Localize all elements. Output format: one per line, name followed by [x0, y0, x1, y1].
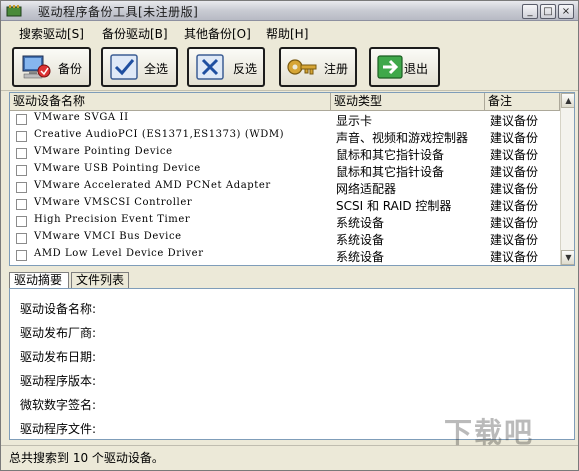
- backup-label: 备份: [58, 62, 83, 76]
- driver-list[interactable]: 驱动设备名称 驱动类型 备注 VMware SVGA II 显示卡 建议备份 C…: [9, 92, 575, 266]
- driver-note: 建议备份: [490, 165, 539, 179]
- driver-note: 建议备份: [490, 182, 539, 196]
- scroll-up-arrow-icon[interactable]: ▲: [561, 93, 574, 108]
- key-icon: [287, 59, 317, 75]
- header-note[interactable]: 备注: [485, 93, 560, 111]
- title-bar[interactable]: 驱动程序备份工具[未注册版] _ □ ×: [1, 1, 578, 21]
- row-checkbox[interactable]: [16, 148, 27, 159]
- label-driver-version: 驱动程序版本:: [20, 374, 97, 388]
- row-checkbox[interactable]: [16, 233, 27, 244]
- driver-type: 网络适配器: [336, 182, 397, 196]
- row-checkbox[interactable]: [16, 114, 27, 125]
- tab-file-list[interactable]: 文件列表: [71, 272, 129, 288]
- row-checkbox[interactable]: [16, 165, 27, 176]
- device-name: VMware VMSCSI Controller: [34, 197, 193, 208]
- driver-note: 建议备份: [490, 148, 539, 162]
- device-name: VMware SVGA II: [34, 112, 129, 123]
- invert-selection-button[interactable]: 反选: [187, 47, 265, 87]
- row-checkbox[interactable]: [16, 216, 27, 227]
- register-button[interactable]: 注册: [279, 47, 357, 87]
- device-name: Creative AudioPCI (ES1371,ES1373) (WDM): [34, 129, 285, 140]
- minimize-button[interactable]: _: [522, 4, 538, 19]
- status-text: 总共搜索到 10 个驱动设备。: [9, 451, 164, 465]
- backup-button[interactable]: 备份: [12, 47, 91, 87]
- menu-backup-drivers[interactable]: 备份驱动[B]: [102, 25, 168, 42]
- menu-help[interactable]: 帮助[H]: [266, 25, 308, 42]
- device-name: VMware VMCI Bus Device: [34, 231, 182, 242]
- driver-type: 系统设备: [336, 250, 385, 264]
- maximize-button[interactable]: □: [540, 4, 556, 19]
- app-icon: [6, 5, 22, 17]
- header-driver-type[interactable]: 驱动类型: [331, 93, 485, 111]
- header-device-name[interactable]: 驱动设备名称: [10, 93, 331, 111]
- table-row[interactable]: AMD Low Level Device Driver 系统设备 建议备份: [10, 247, 560, 264]
- driver-note: 建议备份: [490, 114, 539, 128]
- register-label: 注册: [324, 62, 349, 76]
- app-window: 驱动程序备份工具[未注册版] _ □ × 搜索驱动[S] 备份驱动[B] 其他备…: [0, 0, 579, 471]
- row-checkbox[interactable]: [16, 199, 27, 210]
- label-driver-files: 驱动程序文件:: [20, 422, 97, 436]
- select-all-button[interactable]: 全选: [101, 47, 178, 87]
- vertical-scrollbar[interactable]: ▲ ▼: [560, 93, 574, 265]
- checkmark-icon: [110, 54, 138, 80]
- window-title: 驱动程序备份工具[未注册版]: [38, 5, 199, 19]
- label-vendor: 驱动发布厂商:: [20, 326, 97, 340]
- label-release-date: 驱动发布日期:: [20, 350, 97, 364]
- list-header: 驱动设备名称 驱动类型 备注: [10, 93, 560, 111]
- menu-search-drivers[interactable]: 搜索驱动[S]: [19, 25, 84, 42]
- table-row[interactable]: High Precision Event Timer 系统设备 建议备份: [10, 213, 560, 230]
- computer-backup-icon: [22, 55, 51, 79]
- scroll-down-arrow-icon[interactable]: ▼: [561, 250, 574, 265]
- table-row[interactable]: VMware Pointing Device 鼠标和其它指针设备 建议备份: [10, 145, 560, 162]
- driver-type: 声音、视频和游戏控制器: [336, 131, 469, 145]
- table-row[interactable]: VMware Accelerated AMD PCNet Adapter 网络适…: [10, 179, 560, 196]
- device-name: AMD Low Level Device Driver: [34, 248, 204, 259]
- close-button[interactable]: ×: [558, 4, 574, 19]
- driver-type: 显示卡: [336, 114, 373, 128]
- exit-button[interactable]: 退出: [369, 47, 440, 87]
- driver-type: 系统设备: [336, 216, 385, 230]
- table-row[interactable]: 系统设备: [10, 264, 560, 266]
- table-row[interactable]: VMware SVGA II 显示卡 建议备份: [10, 111, 560, 128]
- list-rows: VMware SVGA II 显示卡 建议备份 Creative AudioPC…: [10, 111, 560, 266]
- device-name: VMware USB Pointing Device: [34, 163, 201, 174]
- select-all-label: 全选: [144, 62, 169, 76]
- row-checkbox[interactable]: [16, 250, 27, 261]
- row-checkbox[interactable]: [16, 131, 27, 142]
- driver-note: 建议备份: [490, 199, 539, 213]
- invert-selection-label: 反选: [233, 62, 258, 76]
- driver-note: 建议备份: [490, 250, 539, 264]
- device-name: High Precision Event Timer: [34, 214, 191, 225]
- tab-driver-summary[interactable]: 驱动摘要: [9, 272, 69, 288]
- exit-label: 退出: [404, 62, 429, 76]
- device-name: VMware Pointing Device: [34, 146, 173, 157]
- watermark-logo: 下载吧: [444, 416, 535, 449]
- table-row[interactable]: VMware USB Pointing Device 鼠标和其它指针设备 建议备…: [10, 162, 560, 179]
- driver-type: 系统设备: [336, 233, 385, 247]
- device-name: VMware Accelerated AMD PCNet Adapter: [34, 180, 271, 191]
- table-row[interactable]: Creative AudioPCI (ES1371,ES1373) (WDM) …: [10, 128, 560, 145]
- toolbar: 备份 全选 反选 注册 退出: [1, 43, 578, 91]
- row-checkbox[interactable]: [16, 182, 27, 193]
- menu-other-backup[interactable]: 其他备份[O]: [184, 25, 251, 42]
- table-row[interactable]: VMware VMSCSI Controller SCSI 和 RAID 控制器…: [10, 196, 560, 213]
- label-device-name: 驱动设备名称:: [20, 302, 97, 316]
- menu-bar: 搜索驱动[S] 备份驱动[B] 其他备份[O] 帮助[H]: [1, 22, 578, 42]
- driver-type: 鼠标和其它指针设备: [336, 148, 445, 162]
- driver-type: 鼠标和其它指针设备: [336, 165, 445, 179]
- label-digital-signature: 微软数字签名:: [20, 398, 97, 412]
- driver-type: SCSI 和 RAID 控制器: [336, 199, 452, 213]
- driver-note: 建议备份: [490, 131, 539, 145]
- driver-note: 建议备份: [490, 216, 539, 230]
- driver-type: 系统设备: [336, 265, 384, 266]
- table-row[interactable]: VMware VMCI Bus Device 系统设备 建议备份: [10, 230, 560, 247]
- driver-note: 建议备份: [490, 233, 539, 247]
- cross-icon: [196, 54, 224, 80]
